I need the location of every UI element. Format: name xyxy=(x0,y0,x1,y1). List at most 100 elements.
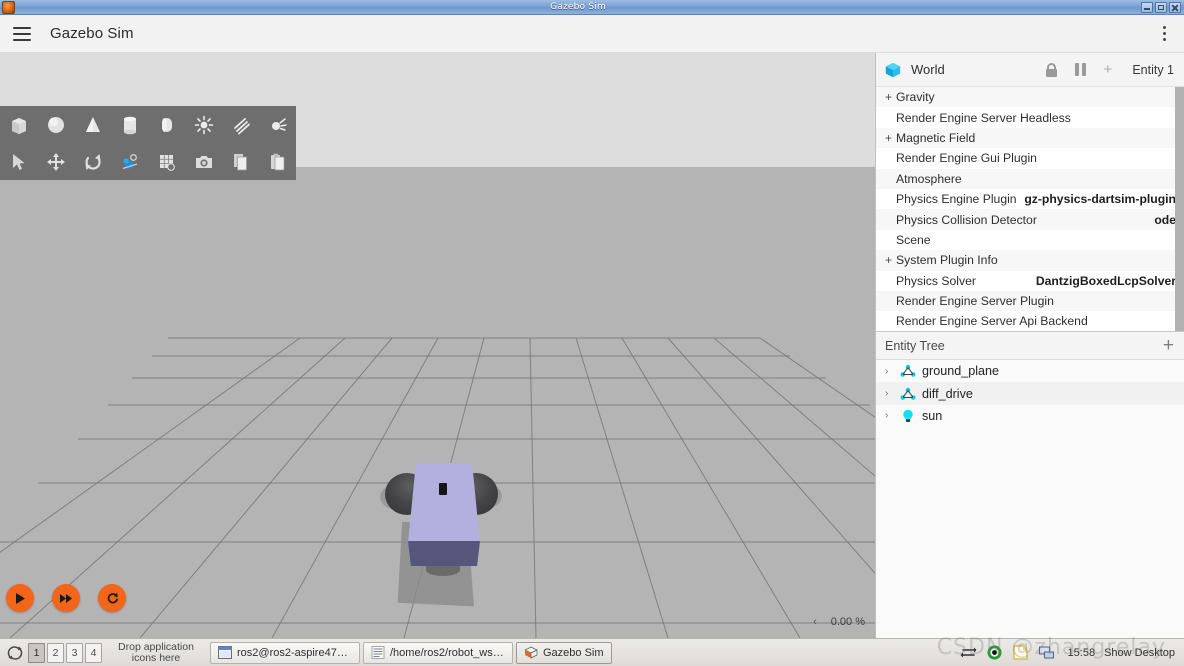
copy-tool-icon[interactable] xyxy=(228,149,253,174)
taskbar-window-label: ros2@ros2-aspire4741: ~… xyxy=(237,646,352,659)
world-panel-title: World xyxy=(911,62,945,77)
select-tool-icon[interactable] xyxy=(6,149,31,174)
property-row[interactable]: + System Plugin Info xyxy=(876,250,1184,271)
workspace-page-4[interactable]: 4 xyxy=(85,642,102,663)
entity-tree-header: Entity Tree + xyxy=(876,332,1184,360)
taskbar-window-editor[interactable]: /home/ros2/robot_ws/ro… xyxy=(363,641,513,664)
window-titlebar: Gazebo Sim xyxy=(0,0,1184,15)
show-desktop-button[interactable]: Show Desktop xyxy=(1104,647,1175,659)
properties-scrollbar[interactable] xyxy=(1175,87,1184,331)
property-row[interactable]: + Magnetic Field xyxy=(876,127,1184,149)
property-row[interactable]: Scene xyxy=(876,229,1184,251)
workspace-pager: 1 2 3 4 xyxy=(28,642,102,663)
taskbar-window-gazebo[interactable]: Gazebo Sim xyxy=(516,641,612,664)
workspace-page-2[interactable]: 2 xyxy=(47,642,64,663)
workspace-page-1[interactable]: 1 xyxy=(28,642,45,663)
volume-icon[interactable] xyxy=(986,644,1003,661)
sphere-shape-icon[interactable] xyxy=(43,112,68,137)
drop-hint-line-2: icons here xyxy=(131,651,181,664)
clipboard-icon[interactable] xyxy=(1012,644,1029,661)
property-name: Magnetic Field xyxy=(896,130,976,145)
model-icon xyxy=(900,364,916,377)
pause-icon[interactable] xyxy=(1074,63,1088,76)
cylinder-shape-icon[interactable] xyxy=(117,112,142,137)
chevron-right-icon[interactable]: › xyxy=(885,410,894,421)
expand-toggle[interactable]: + xyxy=(885,131,896,145)
world-properties-list[interactable]: + Gravity Render Engine Server Headless … xyxy=(876,87,1184,332)
paste-tool-icon[interactable] xyxy=(265,149,290,174)
directional-light-icon[interactable] xyxy=(228,112,253,137)
snap-to-grid-tool-icon[interactable] xyxy=(154,149,179,174)
property-row[interactable]: Render Engine Server Plugin xyxy=(876,290,1184,312)
minimize-button[interactable] xyxy=(1141,1,1153,13)
sensor-marker xyxy=(439,483,447,495)
simulation-progress: ‹ 0.00 % xyxy=(813,616,865,628)
property-value: ode xyxy=(1154,212,1176,227)
expand-toggle[interactable]: + xyxy=(885,253,896,267)
progress-percent: 0.00 % xyxy=(830,616,865,628)
translate-tool-icon[interactable] xyxy=(43,149,68,174)
entity-tree-title: Entity Tree xyxy=(885,338,945,353)
rotate-tool-icon[interactable] xyxy=(80,149,105,174)
taskbar-window-label: Gazebo Sim xyxy=(543,646,604,659)
transform-tool-row xyxy=(0,143,296,180)
entity-tree-item-ground-plane[interactable]: › ground_plane xyxy=(876,360,1184,383)
entity-tree-item-diff-drive[interactable]: › diff_drive xyxy=(876,382,1184,405)
point-light-icon[interactable] xyxy=(191,112,216,137)
transform-control-tool-icon[interactable] xyxy=(117,149,142,174)
terminal-icon xyxy=(218,646,232,659)
property-name: Gravity xyxy=(896,90,935,105)
property-name: Physics Collision Detector xyxy=(896,212,1037,227)
property-name: System Plugin Info xyxy=(896,253,998,268)
more-options-icon[interactable] xyxy=(1144,15,1184,53)
entity-label: sun xyxy=(922,408,943,423)
property-row[interactable]: Physics Collision Detector ode xyxy=(876,209,1184,230)
network-icon[interactable] xyxy=(960,644,977,661)
close-button[interactable] xyxy=(1169,1,1181,13)
reset-button[interactable] xyxy=(98,584,126,612)
unlock-icon[interactable] xyxy=(1045,62,1059,77)
window-app-icon xyxy=(2,0,15,14)
property-row[interactable]: Physics Solver DantzigBoxedLcpSolver xyxy=(876,270,1184,291)
expand-toggle[interactable]: + xyxy=(885,90,896,104)
tool-palette xyxy=(0,106,296,180)
cone-shape-icon[interactable] xyxy=(80,112,105,137)
taskbar-window-terminal[interactable]: ros2@ros2-aspire4741: ~… xyxy=(210,641,360,664)
plus-icon[interactable]: + xyxy=(1104,62,1113,77)
window-controls xyxy=(1141,1,1181,13)
display-icon[interactable] xyxy=(1038,644,1055,661)
render-viewport[interactable]: ‹ 0.00 % xyxy=(0,53,875,638)
spot-light-icon[interactable] xyxy=(265,112,290,137)
property-row[interactable]: Physics Engine Plugin gz-physics-dartsim… xyxy=(876,188,1184,210)
property-row[interactable]: + Gravity xyxy=(876,87,1184,108)
property-row[interactable]: Render Engine Server Api Backend xyxy=(876,311,1184,331)
step-button[interactable] xyxy=(52,584,80,612)
maximize-button[interactable] xyxy=(1155,1,1167,13)
property-name: Render Engine Server Plugin xyxy=(896,294,1054,309)
world-panel-header: World + Entity 1 xyxy=(876,53,1184,87)
capsule-shape-icon[interactable] xyxy=(154,112,179,137)
property-name: Render Engine Gui Plugin xyxy=(896,151,1037,166)
app-root: Gazebo Sim Gazebo Sim ‹ 0.00 % World + E… xyxy=(0,0,1184,666)
collapse-chevron-icon[interactable]: ‹ xyxy=(813,616,817,628)
property-value: gz-physics-dartsim-plugin xyxy=(1024,192,1176,207)
entity-tree-item-sun[interactable]: › sun xyxy=(876,404,1184,428)
screenshot-tool-icon[interactable] xyxy=(191,149,216,174)
workspace-page-3[interactable]: 3 xyxy=(66,642,83,663)
robot-model-diff-drive[interactable] xyxy=(380,456,505,611)
property-row[interactable]: Render Engine Server Headless xyxy=(876,107,1184,128)
box-shape-icon[interactable] xyxy=(6,112,31,137)
property-name: Render Engine Server Headless xyxy=(896,110,1071,125)
chevron-right-icon[interactable]: › xyxy=(885,366,894,377)
plus-icon[interactable]: + xyxy=(1163,336,1174,355)
chassis-front xyxy=(408,541,480,566)
property-row[interactable]: Render Engine Gui Plugin xyxy=(876,148,1184,169)
workspace-switcher-icon[interactable] xyxy=(6,644,24,662)
property-row[interactable]: Atmosphere xyxy=(876,168,1184,189)
shape-tool-row xyxy=(0,106,296,143)
world-cube-icon xyxy=(885,62,901,77)
chevron-right-icon[interactable]: › xyxy=(885,388,894,399)
menu-icon[interactable] xyxy=(0,15,44,53)
entity-label: ground_plane xyxy=(922,364,1000,379)
play-button[interactable] xyxy=(6,584,34,612)
